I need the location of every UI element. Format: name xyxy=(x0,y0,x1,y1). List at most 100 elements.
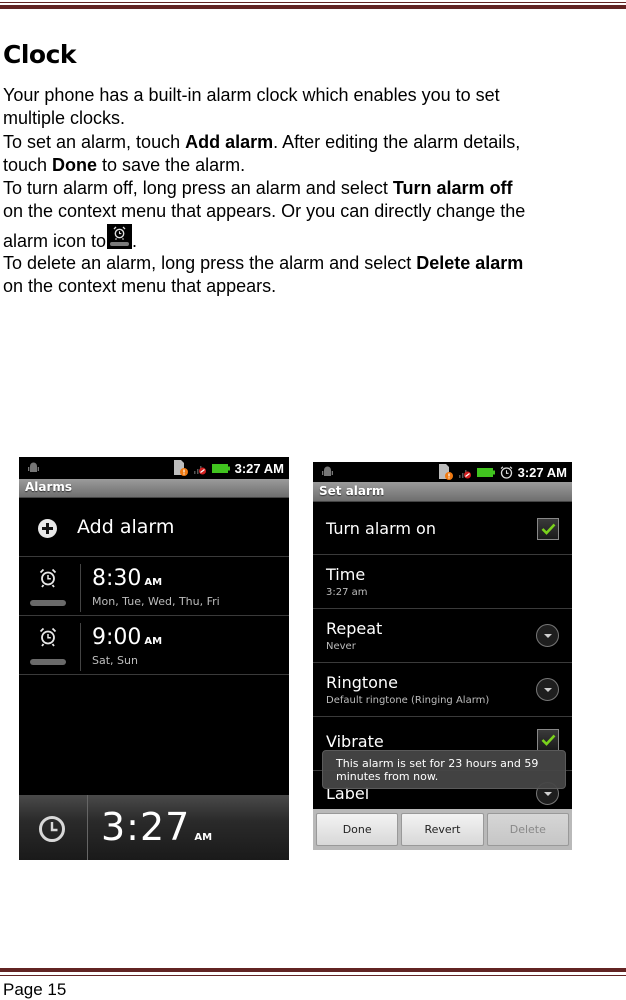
done-button[interactable]: Done xyxy=(316,813,399,846)
sim-warning-icon xyxy=(438,464,453,480)
status-bar: 3:27 AM xyxy=(19,457,289,479)
alarm-ampm: AM xyxy=(144,577,163,588)
alarms-screenshot: 3:27 AM Alarms Add alarm 8:30 AM Mon, Tue… xyxy=(19,457,289,860)
repeat-row[interactable]: Repeat Never xyxy=(313,610,572,663)
paragraph-line: touch Done to save the alarm. xyxy=(3,154,623,177)
row-value: Default ringtone (Ringing Alarm) xyxy=(326,695,490,706)
row-title: Vibrate xyxy=(326,732,384,751)
text: To set an alarm, touch xyxy=(3,131,186,152)
row-title: Repeat xyxy=(326,619,383,638)
button-bar: Done Revert Delete xyxy=(313,809,572,850)
chevron-down-icon[interactable] xyxy=(536,624,559,647)
title-bar: Set alarm xyxy=(313,482,572,502)
row-title: Turn alarm on xyxy=(326,519,436,538)
alarm-ampm: AM xyxy=(144,636,163,647)
sim-warning-icon xyxy=(173,460,188,476)
divider xyxy=(80,564,81,612)
title-bar: Alarms xyxy=(19,479,289,498)
chevron-down-icon[interactable] xyxy=(536,678,559,701)
text: multiple clocks. xyxy=(3,108,126,129)
alarm-clock-icon xyxy=(39,627,57,647)
status-icons: 3:27 AM xyxy=(173,460,284,476)
bold-term-done: Done xyxy=(52,154,98,175)
turn-alarm-on-checkbox[interactable] xyxy=(537,518,559,540)
text: To delete an alarm, long press the alarm… xyxy=(3,252,417,273)
checkmark-icon xyxy=(541,734,556,746)
paragraph-line: multiple clocks. xyxy=(3,107,623,130)
alarm-clock-icon xyxy=(39,568,57,588)
text: . xyxy=(132,230,138,251)
divider xyxy=(87,795,88,860)
status-bar: 3:27 AM xyxy=(313,462,572,482)
toast-line: minutes from now. xyxy=(336,770,439,783)
toast-line: This alarm is set for 23 hours and 59 xyxy=(336,757,539,770)
signal-off-icon xyxy=(458,470,471,479)
paragraph-line: To turn alarm off, long press an alarm a… xyxy=(3,177,623,200)
signal-off-icon xyxy=(193,466,206,475)
page-number: Page 15 xyxy=(3,980,67,999)
alarm-time-value: 8:30 xyxy=(92,566,142,591)
header-rule-thick xyxy=(0,5,626,9)
android-debug-icon xyxy=(322,466,333,476)
footer-rule-thin xyxy=(0,975,626,976)
text: alarm icon to xyxy=(3,230,107,251)
paragraph-line: To set an alarm, touch Add alarm. After … xyxy=(3,131,623,154)
paragraph-line: Your phone has a built-in alarm clock wh… xyxy=(3,84,623,107)
status-icons: 3:27 AM xyxy=(438,464,567,480)
add-alarm-button[interactable]: Add alarm xyxy=(19,499,289,557)
row-title: Ringtone xyxy=(326,673,398,692)
divider xyxy=(80,623,81,671)
footer-rule-thick xyxy=(0,968,626,972)
alarm-time: 9:00 AM xyxy=(92,625,162,650)
text: . After editing the alarm details, xyxy=(273,131,521,152)
alarm-list-item[interactable]: 8:30 AM Mon, Tue, Wed, Thu, Fri xyxy=(19,558,289,616)
time-row[interactable]: Time 3:27 am xyxy=(313,556,572,609)
add-alarm-label: Add alarm xyxy=(77,516,175,538)
alarm-status-bar xyxy=(30,600,66,606)
alarm-set-icon xyxy=(500,465,513,479)
text: touch xyxy=(3,154,53,175)
ringtone-row[interactable]: Ringtone Default ringtone (Ringing Alarm… xyxy=(313,664,572,717)
status-time: 3:27 AM xyxy=(234,460,284,476)
text: on the context menu that appears. Or you… xyxy=(3,201,526,222)
alarm-toggle[interactable] xyxy=(19,558,77,616)
status-time: 3:27 AM xyxy=(517,464,567,480)
alarm-list-item[interactable]: 9:00 AM Sat, Sun xyxy=(19,617,289,675)
row-title: Time xyxy=(326,565,366,584)
alarm-time-value: 9:00 xyxy=(92,625,142,650)
current-time: 3:27 AM xyxy=(101,805,212,849)
bold-term-delete-alarm: Delete alarm xyxy=(416,252,524,273)
android-debug-icon xyxy=(28,462,39,472)
paragraph-line: To delete an alarm, long press the alarm… xyxy=(3,252,623,275)
alarm-days: Mon, Tue, Wed, Thu, Fri xyxy=(92,595,220,608)
screen-title: Set alarm xyxy=(319,484,385,498)
paragraph-line: on the context menu that appears. xyxy=(3,275,623,298)
vibrate-checkbox[interactable] xyxy=(537,729,559,751)
row-value: Never xyxy=(326,641,356,652)
paragraph-line: on the context menu that appears. Or you… xyxy=(3,200,623,223)
bold-term-add-alarm: Add alarm xyxy=(185,131,274,152)
text: Your phone has a built-in alarm clock wh… xyxy=(3,85,500,105)
delete-button[interactable]: Delete xyxy=(486,813,569,846)
body-text: Your phone has a built-in alarm clock wh… xyxy=(3,84,623,298)
text: To turn alarm off, long press an alarm a… xyxy=(3,178,393,199)
bold-term-turn-alarm-off: Turn alarm off xyxy=(392,178,513,199)
row-value: 3:27 am xyxy=(326,587,368,598)
revert-button[interactable]: Revert xyxy=(401,813,484,846)
battery-icon xyxy=(476,467,495,477)
alarm-toggle[interactable] xyxy=(19,617,77,675)
alarm-status-bar xyxy=(30,659,66,665)
header-rule-thin xyxy=(0,2,626,3)
alarm-off-icon xyxy=(107,223,133,249)
current-time-ampm: AM xyxy=(194,832,213,843)
turn-alarm-on-row[interactable]: Turn alarm on xyxy=(313,502,572,555)
checkmark-icon xyxy=(541,523,556,535)
battery-icon xyxy=(211,463,230,473)
toast-message: This alarm is set for 23 hours and 59 mi… xyxy=(322,750,566,789)
section-heading: Clock xyxy=(3,40,77,69)
text: to save the alarm. xyxy=(97,154,246,175)
add-icon xyxy=(38,519,57,538)
set-alarm-screenshot: 3:27 AM Set alarm Turn alarm on Time 3:2… xyxy=(313,462,572,850)
clock-bar[interactable]: 3:27 AM xyxy=(19,795,289,860)
screen-title: Alarms xyxy=(25,480,73,494)
